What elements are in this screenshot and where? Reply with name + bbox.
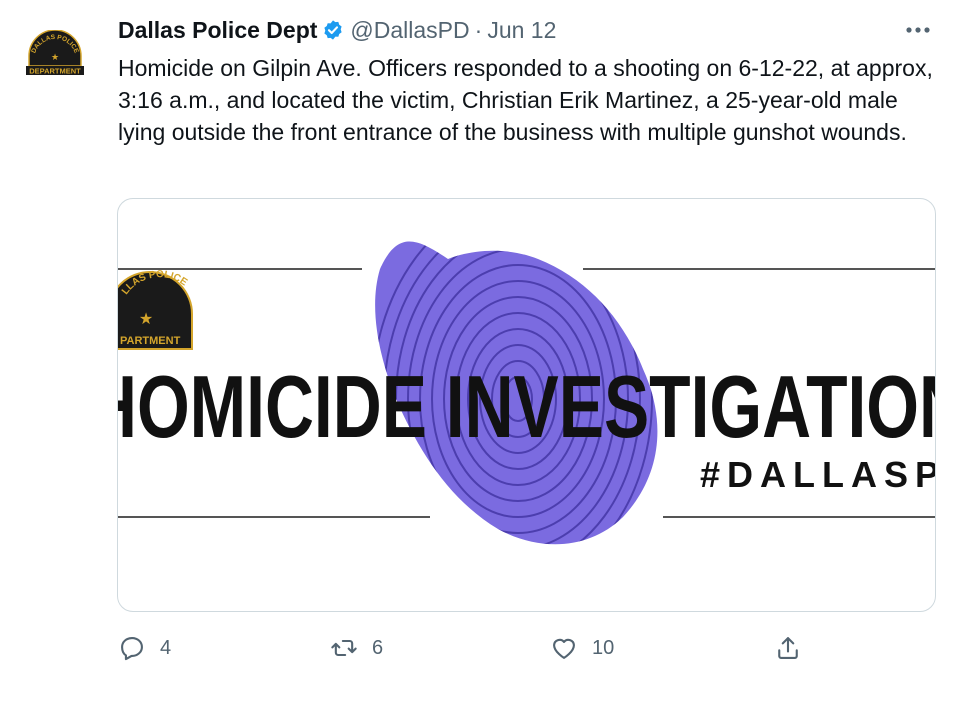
- share-icon: [778, 637, 798, 659]
- tweet-action-bar: 4 6 10: [118, 628, 818, 668]
- like-button[interactable]: 10: [550, 628, 614, 668]
- more-options-icon: [906, 27, 930, 33]
- tweet-text: Homicide on Gilpin Ave. Officers respond…: [118, 55, 933, 145]
- share-button[interactable]: [774, 628, 802, 668]
- svg-text:★: ★: [139, 309, 153, 328]
- homicide-investigation-graphic: LLAS POLICE ★ PARTMENT HOMICIDE INVESTIG…: [118, 241, 935, 545]
- retweet-icon: [331, 639, 357, 657]
- hashtag-text: #DALLASPD: [700, 454, 935, 495]
- retweet-count: 6: [372, 636, 384, 659]
- reply-icon: [121, 637, 143, 661]
- reply-count: 4: [160, 636, 172, 659]
- author-handle[interactable]: @DallasPD: [350, 17, 469, 44]
- dallas-police-badge-icon: LLAS POLICE ★ PARTMENT: [118, 269, 193, 350]
- more-options-button[interactable]: [900, 20, 936, 40]
- dallas-police-badge-icon: DALLAS POLICE ★ DEPARTMENT: [26, 29, 84, 76]
- media-image[interactable]: LLAS POLICE ★ PARTMENT HOMICIDE INVESTIG…: [117, 198, 936, 612]
- tweet-header: Dallas Police Dept @DallasPD · Jun 12: [118, 14, 556, 46]
- verified-badge-icon: [324, 20, 343, 40]
- reply-button[interactable]: 4: [118, 628, 171, 668]
- header-separator: ·: [474, 16, 483, 43]
- avatar[interactable]: DALLAS POLICE ★ DEPARTMENT: [26, 29, 84, 76]
- media-badge-bottom-text: PARTMENT: [120, 335, 181, 347]
- heart-icon: [553, 638, 575, 659]
- retweet-button[interactable]: 6: [330, 628, 383, 668]
- headline-text: HOMICIDE INVESTIGATION: [118, 357, 935, 456]
- like-count: 10: [592, 636, 615, 659]
- tweet-date[interactable]: Jun 12: [487, 17, 556, 44]
- avatar-badge-bottom-text: DEPARTMENT: [29, 67, 81, 76]
- svg-text:★: ★: [51, 53, 59, 63]
- author-name[interactable]: Dallas Police Dept: [118, 17, 317, 44]
